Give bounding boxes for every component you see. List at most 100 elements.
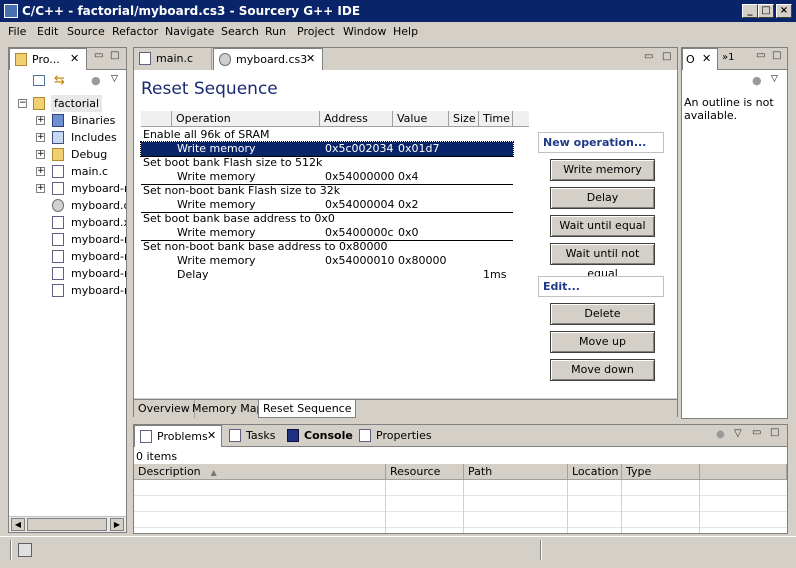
folder-icon (15, 53, 27, 66)
col-resource[interactable]: Resource (386, 464, 464, 480)
collapse-icon[interactable] (33, 75, 45, 86)
address-cell: 0x5c002034 (325, 142, 394, 155)
close-icon[interactable]: ✕ (702, 52, 711, 65)
col-value[interactable]: Value (393, 111, 449, 126)
col-size[interactable]: Size (449, 111, 479, 126)
value-cell: 0x4 (398, 170, 419, 183)
value-cell: 0x2 (398, 198, 419, 211)
close-icon[interactable]: ✕ (306, 52, 315, 65)
tab-problems[interactable]: Problems ✕ (134, 425, 222, 447)
value-cell: 0x80000 (398, 254, 447, 267)
value-cell: 0x0 (398, 226, 419, 239)
file-icon (52, 233, 64, 246)
menu-project[interactable]: Project (297, 25, 335, 38)
minimize-icon[interactable]: ▭ (644, 51, 653, 62)
menu-navigate[interactable]: Navigate (165, 25, 214, 38)
sequence-op-row[interactable]: Delay 1ms (141, 268, 513, 282)
wait-until-not-equal-button[interactable]: Wait until not equal (550, 243, 655, 280)
tab-outline[interactable]: O ✕ (682, 48, 718, 70)
tab-main-c[interactable]: main.c (134, 48, 212, 70)
problems-icon (140, 430, 152, 443)
maximize-window-button[interactable]: □ (758, 4, 774, 18)
write-memory-button[interactable]: Write memory (550, 159, 655, 181)
col-address[interactable]: Address (320, 111, 393, 126)
sequence-op-row[interactable]: Write memory 0x5c002034 0x01d7 (140, 141, 514, 157)
delete-button[interactable]: Delete (550, 303, 655, 325)
sequence-group-row[interactable]: Enable all 96k of SRAM (141, 128, 513, 142)
menu-file[interactable]: File (8, 25, 26, 38)
maximize-icon[interactable]: □ (110, 50, 119, 61)
tab-properties[interactable]: Properties (354, 425, 438, 447)
col-type[interactable]: Type (622, 464, 700, 480)
tasks-icon (229, 429, 241, 442)
move-down-button[interactable]: Move down (550, 359, 655, 381)
filter-icon[interactable]: ● (752, 74, 762, 87)
menu-refactor[interactable]: Refactor (112, 25, 158, 38)
group-description: Set boot bank Flash size to 512k (143, 156, 323, 169)
board-file-icon (52, 199, 64, 212)
menu-icon[interactable]: ▽ (111, 74, 118, 84)
sequence-op-row[interactable]: Write memory 0x54000010 0x80000 (141, 254, 513, 268)
file-icon (52, 267, 64, 280)
close-icon[interactable]: ✕ (70, 52, 79, 65)
sequence-group-row[interactable]: Set boot bank Flash size to 512k (141, 156, 513, 170)
close-window-button[interactable]: × (776, 4, 792, 18)
editor-page-tabs: Overview Memory Map Reset Sequence (134, 399, 677, 418)
title-bar: C/C++ - factorial/myboard.cs3 - Sourcery… (0, 0, 796, 22)
project-explorer: Pro... ✕ ▭ □ ⇆ ● ▽ − factorial + Binarie… (8, 47, 127, 533)
filter-icon[interactable]: ● (716, 429, 725, 440)
menu-icon[interactable]: ▽ (734, 428, 742, 439)
tree-root[interactable]: − factorial (9, 95, 126, 112)
filter-icon[interactable]: ● (91, 74, 101, 87)
menu-window[interactable]: Window (343, 25, 386, 38)
tab-myboard-cs3[interactable]: myboard.cs3 ✕ (213, 48, 323, 70)
wait-until-equal-button[interactable]: Wait until equal (550, 215, 655, 237)
maximize-icon[interactable]: □ (770, 427, 779, 438)
tab-more[interactable]: »1 (720, 48, 740, 70)
sequence-op-row[interactable]: Write memory 0x54000004 0x2 (141, 198, 513, 212)
properties-icon (359, 429, 371, 442)
maximize-icon[interactable]: □ (772, 50, 781, 61)
menu-source[interactable]: Source (67, 25, 105, 38)
problems-table-header: Description ▲ Resource Path Location Type (134, 464, 787, 480)
sequence-group-row[interactable]: Set non-boot bank base address to 0x8000… (141, 240, 513, 254)
minimize-icon[interactable]: ▭ (756, 50, 765, 61)
col-operation[interactable]: Operation (172, 111, 320, 126)
menu-edit[interactable]: Edit (37, 25, 58, 38)
menu-icon[interactable]: ▽ (771, 74, 778, 84)
sequence-op-row[interactable]: Write memory 0x5400000c 0x0 (141, 226, 513, 240)
sequence-op-row[interactable]: Write memory 0x54000000 0x4 (141, 170, 513, 184)
link-icon[interactable]: ⇆ (54, 73, 65, 88)
delay-button[interactable]: Delay (550, 187, 655, 209)
address-cell: 0x54000000 (325, 170, 395, 183)
horizontal-scrollbar[interactable]: ◀ ▶ (9, 516, 126, 532)
tab-project-explorer[interactable]: Pro... ✕ (9, 48, 87, 70)
col-description[interactable]: Description ▲ (134, 464, 386, 480)
problems-table-body (134, 480, 787, 533)
operation-cell: Write memory (177, 170, 256, 183)
move-up-button[interactable]: Move up (550, 331, 655, 353)
fast-view-icon[interactable] (18, 543, 32, 557)
outline-message: An outline is not available. (684, 96, 784, 122)
minimize-window-button[interactable]: _ (742, 4, 758, 18)
tab-console[interactable]: Console (282, 425, 359, 447)
col-location[interactable]: Location (568, 464, 622, 480)
menu-search[interactable]: Search (221, 25, 259, 38)
col-path[interactable]: Path (464, 464, 568, 480)
maximize-icon[interactable]: □ (662, 51, 671, 62)
minimize-icon[interactable]: ▭ (752, 427, 761, 438)
tab-memory-map[interactable]: Memory Map (188, 400, 269, 418)
menu-help[interactable]: Help (393, 25, 418, 38)
sequence-group-row[interactable]: Set non-boot bank Flash size to 32k (141, 184, 513, 198)
sequence-group-row[interactable]: Set boot bank base address to 0x0 (141, 212, 513, 226)
tab-overview[interactable]: Overview (134, 400, 195, 418)
menu-bar: File Edit Source Refactor Navigate Searc… (0, 22, 796, 42)
minimize-icon[interactable]: ▭ (94, 50, 103, 61)
close-icon[interactable]: ✕ (207, 429, 216, 442)
operation-cell: Write memory (177, 198, 256, 211)
tab-tasks[interactable]: Tasks (224, 425, 281, 447)
col-time[interactable]: Time (479, 111, 513, 126)
menu-run[interactable]: Run (265, 25, 286, 38)
includes-icon (52, 131, 64, 144)
tab-reset-sequence[interactable]: Reset Sequence (258, 400, 357, 418)
